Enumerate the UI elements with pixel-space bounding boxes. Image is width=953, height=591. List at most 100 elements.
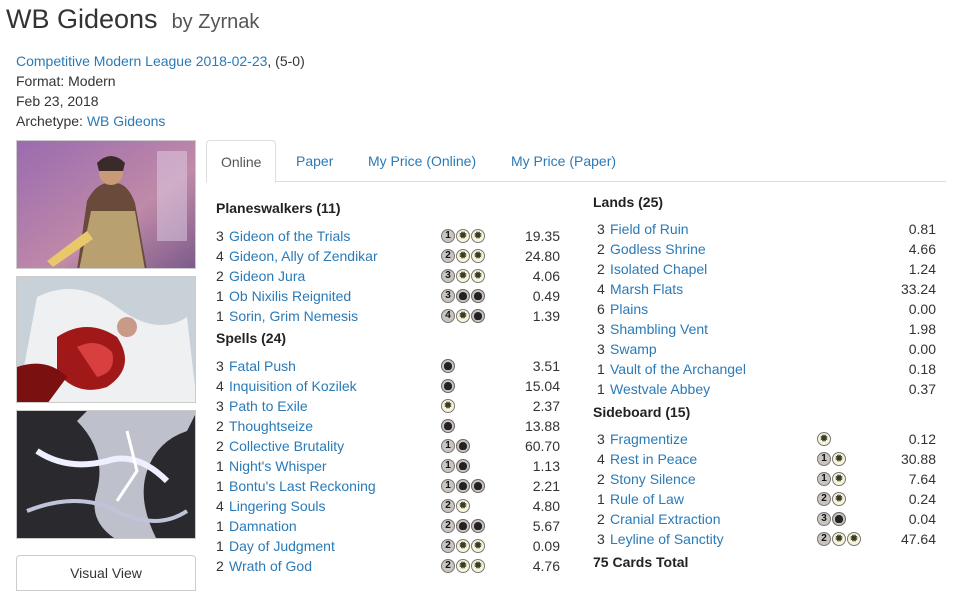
card-name-link[interactable]: Isolated Chapel <box>610 259 707 279</box>
card-name-link[interactable]: Gideon Jura <box>229 266 305 286</box>
card-row: 2 Gideon Jura 3 4.06 <box>216 266 560 286</box>
cards-total: 75 Cards Total <box>593 554 689 570</box>
generic-mana-icon: 2 <box>441 539 455 553</box>
card-name-link[interactable]: Wrath of God <box>229 556 312 576</box>
generic-mana-icon: 1 <box>441 229 455 243</box>
card-quantity: 4 <box>597 451 605 467</box>
card-name-link[interactable]: Thoughtseize <box>229 416 313 436</box>
black-mana-icon <box>471 289 485 303</box>
card-name-link[interactable]: Path to Exile <box>229 396 308 416</box>
card-name-link[interactable]: Day of Judgment <box>229 536 335 556</box>
tab-my-price-paper[interactable]: My Price (Paper) <box>511 140 616 182</box>
card-name-link[interactable]: Vault of the Archangel <box>610 359 746 379</box>
card-price: 24.80 <box>524 248 560 264</box>
card-name-link[interactable]: Collective Brutality <box>229 436 344 456</box>
card-art-gideon[interactable] <box>16 140 196 269</box>
card-quantity: 3 <box>597 221 605 237</box>
white-mana-icon <box>471 539 485 553</box>
card-quantity: 4 <box>597 281 605 297</box>
event-link[interactable]: Competitive Modern League 2018-02-23 <box>16 53 267 69</box>
white-mana-icon <box>832 492 846 506</box>
mana-cost: 2 <box>441 519 485 533</box>
card-name-link[interactable]: Gideon of the Trials <box>229 226 350 246</box>
black-mana-icon <box>456 439 470 453</box>
card-row: 1 Bontu's Last Reckoning 1 2.21 <box>216 476 560 496</box>
card-name-link[interactable]: Rule of Law <box>610 489 684 509</box>
card-name-link[interactable]: Bontu's Last Reckoning <box>229 476 376 496</box>
generic-mana-icon: 2 <box>817 532 831 546</box>
card-quantity: 2 <box>216 558 224 574</box>
card-price: 1.13 <box>532 458 560 474</box>
card-row: 1 Rule of Law 2 0.24 <box>593 489 936 509</box>
tab-online[interactable]: Online <box>206 140 277 183</box>
card-price: 0.18 <box>908 361 936 377</box>
card-name-link[interactable]: Westvale Abbey <box>610 379 710 399</box>
card-art-wrath[interactable] <box>16 410 196 539</box>
generic-mana-icon: 2 <box>441 519 455 533</box>
card-name-link[interactable]: Swamp <box>610 339 657 359</box>
card-name-link[interactable]: Inquisition of Kozilek <box>229 376 357 396</box>
card-price: 1.39 <box>532 308 560 324</box>
tab-paper[interactable]: Paper <box>296 140 333 182</box>
mana-cost: 1 <box>441 439 470 453</box>
card-name-link[interactable]: Plains <box>610 299 648 319</box>
card-name-link[interactable]: Damnation <box>229 516 297 536</box>
card-name-link[interactable]: Night's Whisper <box>229 456 327 476</box>
card-quantity: 2 <box>216 438 224 454</box>
tab-my-price-online[interactable]: My Price (Online) <box>368 140 476 182</box>
white-mana-icon <box>832 532 846 546</box>
card-name-link[interactable]: Rest in Peace <box>610 449 697 469</box>
card-price: 0.09 <box>532 538 560 554</box>
mana-cost: 2 <box>441 499 470 513</box>
mana-cost: 1 <box>441 479 485 493</box>
lands-sideboard-column: Lands (25) 3 Field of Ruin 0.81 2 Godless Shr… <box>593 192 936 577</box>
card-name-link[interactable]: Cranial Extraction <box>610 509 721 529</box>
white-mana-icon <box>471 559 485 573</box>
card-quantity: 3 <box>216 228 224 244</box>
card-name-link[interactable]: Field of Ruin <box>610 219 689 239</box>
mana-cost: 3 <box>441 289 485 303</box>
generic-mana-icon: 1 <box>817 472 831 486</box>
card-quantity: 6 <box>597 301 605 317</box>
card-row: 3 Fatal Push 3.51 <box>216 356 560 376</box>
archetype-link[interactable]: WB Gideons <box>87 113 166 129</box>
card-quantity: 2 <box>597 471 605 487</box>
mana-cost: 1 <box>817 472 846 486</box>
white-mana-icon <box>456 559 470 573</box>
generic-mana-icon: 1 <box>441 439 455 453</box>
card-name-link[interactable]: Marsh Flats <box>610 279 683 299</box>
card-name-link[interactable]: Fatal Push <box>229 356 296 376</box>
card-art-spell[interactable] <box>16 276 196 403</box>
card-name-link[interactable]: Shambling Vent <box>610 319 708 339</box>
card-name-link[interactable]: Lingering Souls <box>229 496 326 516</box>
card-name-link[interactable]: Gideon, Ally of Zendikar <box>229 246 378 266</box>
mana-cost: 2 <box>441 249 485 263</box>
mana-cost <box>441 359 455 373</box>
card-price: 60.70 <box>524 438 560 454</box>
card-row: 2 Cranial Extraction 3 0.04 <box>593 509 936 529</box>
card-name-link[interactable]: Fragmentize <box>610 429 688 449</box>
card-price: 0.00 <box>908 341 936 357</box>
card-row: 3 Gideon of the Trials 1 19.35 <box>216 226 560 246</box>
mana-cost <box>441 379 455 393</box>
white-mana-icon <box>456 269 470 283</box>
black-mana-icon <box>456 459 470 473</box>
black-mana-icon <box>832 512 846 526</box>
card-name-link[interactable]: Leyline of Sanctity <box>610 529 724 549</box>
white-mana-icon <box>832 452 846 466</box>
card-name-link[interactable]: Sorin, Grim Nemesis <box>229 306 358 326</box>
card-quantity: 1 <box>216 538 224 554</box>
card-row: 4 Lingering Souls 2 4.80 <box>216 496 560 516</box>
card-quantity: 4 <box>216 498 224 514</box>
card-price: 5.67 <box>532 518 560 534</box>
generic-mana-icon: 2 <box>441 559 455 573</box>
card-price: 0.12 <box>908 431 936 447</box>
section-title-spells: Spells (24) <box>216 330 287 346</box>
card-name-link[interactable]: Ob Nixilis Reignited <box>229 286 351 306</box>
card-quantity: 1 <box>216 288 224 304</box>
card-price: 19.35 <box>524 228 560 244</box>
card-quantity: 1 <box>216 308 224 324</box>
card-name-link[interactable]: Godless Shrine <box>610 239 706 259</box>
mana-cost: 1 <box>817 452 846 466</box>
card-name-link[interactable]: Stony Silence <box>610 469 696 489</box>
